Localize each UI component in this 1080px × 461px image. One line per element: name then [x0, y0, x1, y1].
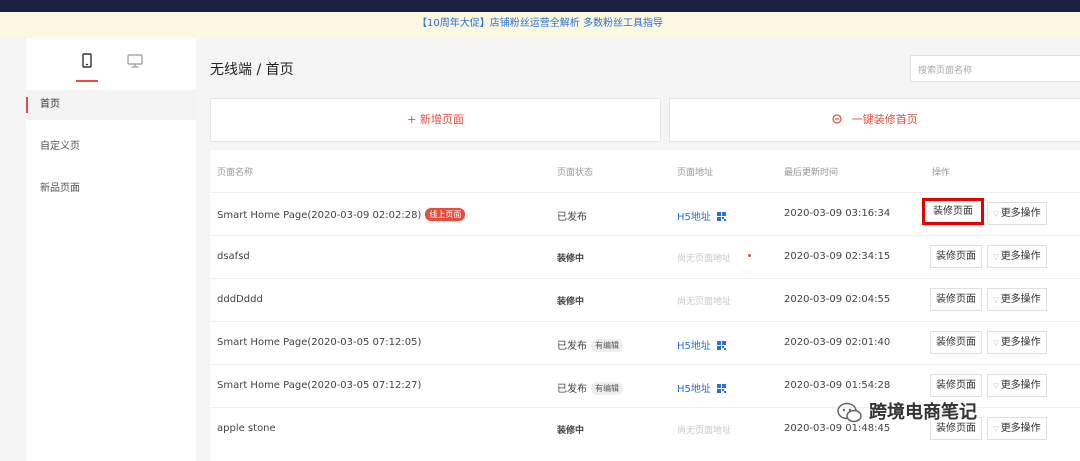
page-status: 已发布 有编辑	[557, 380, 623, 395]
col-header-status: 页面状态	[557, 168, 594, 178]
chevron-down-icon: ▽	[993, 339, 999, 347]
table-header: 页面名称 页面状态 页面地址 最后更新时间 操作	[210, 150, 1080, 192]
top-nav-bar	[0, 0, 1080, 12]
mobile-icon[interactable]	[78, 52, 96, 70]
chevron-down-icon: ▽	[993, 253, 999, 261]
chevron-down-icon: ▽	[993, 296, 999, 304]
table-row: dsafsd 装修中 尚无页面地址 2020-03-09 02:34:15 装修…	[210, 235, 1080, 278]
chevron-down-icon: ▽	[993, 210, 999, 218]
chevron-down-icon: ▽	[993, 382, 999, 390]
page-address: 尚无页面地址	[677, 297, 732, 307]
page-status: 装修中	[557, 426, 585, 436]
page-address[interactable]: H5地址	[677, 208, 726, 223]
updated-time: 2020-03-09 02:34:15	[784, 251, 891, 262]
watermark: 跨境电商笔记	[837, 398, 1080, 428]
updated-time: 2020-03-09 02:04:55	[784, 294, 891, 305]
page-status: 装修中	[557, 297, 585, 307]
page-name[interactable]: Smart Home Page(2020-03-05 07:12:27)	[217, 380, 421, 391]
device-tabs	[26, 38, 196, 82]
page-name[interactable]: dddDddd	[217, 294, 263, 305]
sidebar-item-home[interactable]: 首页	[26, 90, 196, 120]
decorate-page-button[interactable]: 装修页面	[930, 245, 982, 268]
page-name[interactable]: Smart Home Page(2020-03-09 02:02:28) 线上页面	[217, 208, 466, 221]
edited-badge: 有编辑	[591, 339, 623, 352]
sidebar: 首页 自定义页 新品页面	[26, 38, 196, 461]
breadcrumb: 无线端 / 首页	[210, 62, 294, 78]
page-address: 尚无页面地址	[677, 426, 732, 436]
desktop-icon[interactable]	[126, 52, 144, 70]
edited-badge: 有编辑	[591, 382, 623, 395]
col-header-updated: 最后更新时间	[784, 168, 839, 178]
promo-banner[interactable]: 【10周年大促】店铺粉丝运营全解析 多数粉丝工具指导	[0, 12, 1080, 38]
page-name[interactable]: apple stone	[217, 423, 276, 434]
page-status: 已发布	[557, 212, 587, 223]
wechat-icon	[837, 402, 869, 423]
more-actions-button[interactable]: ▽ 更多操作	[987, 288, 1047, 311]
one-click-decorate-button[interactable]: 一键装修首页	[669, 98, 1080, 142]
updated-time: 2020-03-09 01:54:28	[784, 380, 891, 391]
decorate-icon	[832, 113, 846, 126]
updated-time: 2020-03-09 03:16:34	[784, 208, 891, 219]
page-name[interactable]: dsafsd	[217, 251, 250, 262]
table-row: Smart Home Page(2020-03-05 07:12:05) 已发布…	[210, 321, 1080, 364]
more-actions-button[interactable]: ▽ 更多操作	[987, 374, 1047, 397]
search-input[interactable]: 搜索页面名称	[910, 55, 1080, 82]
page-status: 已发布 有编辑	[557, 337, 623, 352]
notification-dot	[748, 254, 751, 257]
page-address[interactable]: H5地址	[677, 380, 726, 395]
page-name[interactable]: Smart Home Page(2020-03-05 07:12:05)	[217, 337, 421, 348]
qr-code-icon[interactable]	[716, 212, 726, 221]
decorate-page-button[interactable]: 装修页面	[930, 331, 982, 354]
more-actions-button[interactable]: ▽ 更多操作	[987, 202, 1047, 225]
sidebar-item-custom-page[interactable]: 自定义页	[26, 132, 196, 162]
more-actions-button[interactable]: ▽ 更多操作	[987, 331, 1047, 354]
col-header-name: 页面名称	[217, 168, 254, 178]
page-address: 尚无页面地址	[677, 254, 732, 264]
decorate-label: 一键装修首页	[851, 113, 918, 126]
decorate-page-button[interactable]: 装修页面	[930, 374, 982, 397]
more-actions-button[interactable]: ▽ 更多操作	[987, 245, 1047, 268]
updated-time: 2020-03-09 02:01:40	[784, 337, 891, 348]
qr-code-icon[interactable]	[716, 341, 726, 350]
page-address[interactable]: H5地址	[677, 337, 726, 352]
sidebar-item-new-product-page[interactable]: 新品页面	[26, 174, 196, 204]
decorate-page-button[interactable]: 装修页面	[930, 288, 982, 311]
decorate-page-button[interactable]: 装修页面	[922, 198, 984, 225]
col-header-actions: 操作	[932, 168, 951, 178]
active-tab-indicator	[76, 80, 98, 82]
col-header-address: 页面地址	[677, 168, 714, 178]
table-row: dddDddd 装修中 尚无页面地址 2020-03-09 02:04:55 装…	[210, 278, 1080, 321]
table-row: Smart Home Page(2020-03-09 02:02:28) 线上页面…	[210, 192, 1080, 235]
add-page-button[interactable]: + 新增页面	[210, 98, 661, 142]
online-badge: 线上页面	[425, 208, 466, 221]
qr-code-icon[interactable]	[716, 384, 726, 393]
page-status: 装修中	[557, 254, 585, 264]
